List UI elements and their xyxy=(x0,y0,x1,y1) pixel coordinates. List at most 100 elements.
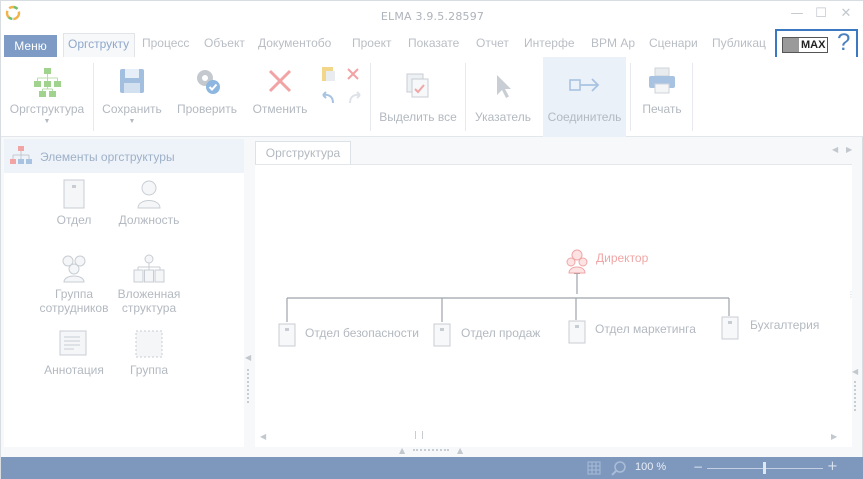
orgstructure-button[interactable]: Оргструктура ▼ xyxy=(5,57,89,137)
tabs-scroll-right-icon[interactable]: ▶ xyxy=(846,145,852,154)
director-person-icon[interactable] xyxy=(565,248,589,274)
select-all-icon xyxy=(406,73,429,98)
vertical-splitter-grip[interactable] xyxy=(247,369,249,403)
palette-nested-structure-line1: Вложенная xyxy=(117,287,181,301)
right-splitter-grip[interactable] xyxy=(854,381,856,411)
help-icon[interactable]: ? xyxy=(837,29,850,57)
connector-label: Соединитель xyxy=(547,110,622,124)
nested-structure-icon xyxy=(133,254,165,283)
zoom-in-icon[interactable]: + xyxy=(827,459,838,474)
hscroll-right-icon[interactable]: ▶ xyxy=(831,432,837,441)
connector-icon xyxy=(568,78,599,92)
menu-button[interactable]: Меню xyxy=(4,35,57,57)
tabs-scroll-left-icon[interactable]: ◀ xyxy=(832,145,838,154)
palette-employee-group-line1: Группа xyxy=(54,287,94,301)
splitter-left-arrow-icon[interactable]: ◀ xyxy=(245,353,251,362)
org-elements-header: Элементы оргструктуры xyxy=(4,139,244,173)
door-icon[interactable] xyxy=(721,316,739,340)
tab-scenarios[interactable]: Сценари xyxy=(649,33,703,57)
bottom-splitter-grip[interactable] xyxy=(413,449,449,451)
save-label: Сохранить xyxy=(102,102,162,116)
select-all-button[interactable]: Выделить все xyxy=(375,57,461,137)
palette-employee-group-line2: сотрудников xyxy=(39,301,109,315)
department-node-label[interactable]: Отдел безопасности xyxy=(305,326,419,340)
tab-orgstructure[interactable]: Оргструкту xyxy=(63,33,135,57)
save-button[interactable]: Сохранить ▼ xyxy=(97,57,167,137)
person-icon xyxy=(137,180,161,209)
connector-button[interactable]: Соединитель xyxy=(543,57,626,137)
tab-process[interactable]: Процесс xyxy=(142,33,196,57)
doc-tab-orgstructure[interactable]: Оргструктура xyxy=(255,141,351,164)
max-label: MAX xyxy=(801,39,826,51)
palette-group-label: Группа xyxy=(129,363,169,377)
palette-department-label: Отдел xyxy=(56,213,92,227)
door-icon[interactable] xyxy=(568,320,586,344)
org-tree-icon xyxy=(34,68,61,97)
hscroll-left-icon[interactable]: ◀ xyxy=(260,432,266,441)
bottom-splitter-up-icon[interactable]: ▲ xyxy=(457,446,463,455)
max-badge-swatch xyxy=(783,38,799,52)
zoom-level: 100 % xyxy=(635,461,667,473)
tab-object[interactable]: Объект xyxy=(204,33,252,57)
save-icon xyxy=(120,69,144,93)
maximize-button[interactable]: ☐ xyxy=(812,5,830,23)
palette-annotation[interactable]: Аннотация xyxy=(38,329,110,377)
delete-icon[interactable] xyxy=(346,67,360,81)
print-button[interactable]: Печать xyxy=(635,57,689,137)
bottom-splitter-up-icon[interactable]: ▲ xyxy=(399,446,405,455)
pointer-button[interactable]: Указатель xyxy=(469,57,537,137)
tab-report[interactable]: Отчет xyxy=(476,33,516,57)
status-bar: 100 % − + xyxy=(1,457,863,479)
palette-position[interactable]: Должность xyxy=(114,179,184,227)
tab-interface[interactable]: Интерфе xyxy=(524,33,580,57)
department-node-label[interactable]: Отдел маркетинга xyxy=(595,322,696,336)
department-node-label[interactable]: Отдел продаж xyxy=(461,326,540,340)
right-splitter-arrow-icon[interactable]: ◀ xyxy=(852,367,858,376)
zoom-icon[interactable] xyxy=(611,460,627,476)
redo-icon[interactable] xyxy=(346,89,364,107)
department-node-label[interactable]: Бухгалтерия xyxy=(750,318,819,332)
print-label: Печать xyxy=(642,102,682,116)
window-title: ELMA 3.9.5.28597 xyxy=(380,10,485,23)
tab-bpm-apps[interactable]: BPM Ар xyxy=(591,33,639,57)
palette-nested-structure-line2: структура xyxy=(121,301,177,315)
people-group-icon xyxy=(62,255,86,283)
check-button[interactable]: Проверить xyxy=(171,57,243,137)
max-badge[interactable]: MAX xyxy=(782,37,828,53)
vscroll-grip[interactable]: ⋮ xyxy=(847,290,855,299)
grid-icon[interactable] xyxy=(587,461,601,475)
palette-employee-group[interactable]: Группа сотрудников xyxy=(34,253,114,315)
door-icon[interactable] xyxy=(433,323,451,347)
palette-nested-structure[interactable]: Вложенная структура xyxy=(112,253,186,315)
close-button[interactable]: ✕ xyxy=(837,5,855,23)
cancel-x-icon xyxy=(268,69,292,93)
palette-department[interactable]: Отдел xyxy=(44,179,104,227)
org-elements-panel: Элементы оргструктуры Отдел Должность Гр… xyxy=(4,139,244,447)
zoom-slider-thumb[interactable] xyxy=(763,462,766,474)
pointer-label: Указатель xyxy=(475,110,531,124)
tab-publication[interactable]: Публикац xyxy=(712,33,770,57)
undo-icon[interactable] xyxy=(319,89,337,107)
dashed-group-icon xyxy=(135,330,163,358)
palette-group[interactable]: Группа xyxy=(116,329,182,377)
ribbon-separator xyxy=(692,63,693,131)
tab-documents[interactable]: Документобо xyxy=(258,33,342,57)
annotation-icon xyxy=(59,330,87,356)
minimize-button[interactable]: — xyxy=(788,5,806,23)
director-node-label[interactable]: Директор xyxy=(596,251,648,265)
cancel-button[interactable]: Отменить xyxy=(247,57,313,137)
ribbon-separator xyxy=(370,63,371,131)
org-elements-title: Элементы оргструктуры xyxy=(40,150,175,164)
door-icon xyxy=(63,179,85,209)
zoom-out-icon[interactable]: − xyxy=(693,460,703,474)
gear-check-icon xyxy=(197,70,220,94)
diagram-canvas[interactable]: Директор Отдел безопасности Отдел продаж… xyxy=(255,164,852,447)
tab-project[interactable]: Проект xyxy=(352,33,398,57)
tab-indicators[interactable]: Показате xyxy=(408,33,464,57)
paste-icon[interactable] xyxy=(319,65,337,83)
hscroll-thumb-grip[interactable] xyxy=(415,431,423,439)
ribbon-tabs: Меню Оргструкту Процесс Объект Документо… xyxy=(1,31,863,57)
door-icon[interactable] xyxy=(278,323,296,347)
check-label: Проверить xyxy=(176,102,237,116)
org-tree-icon xyxy=(10,146,32,164)
